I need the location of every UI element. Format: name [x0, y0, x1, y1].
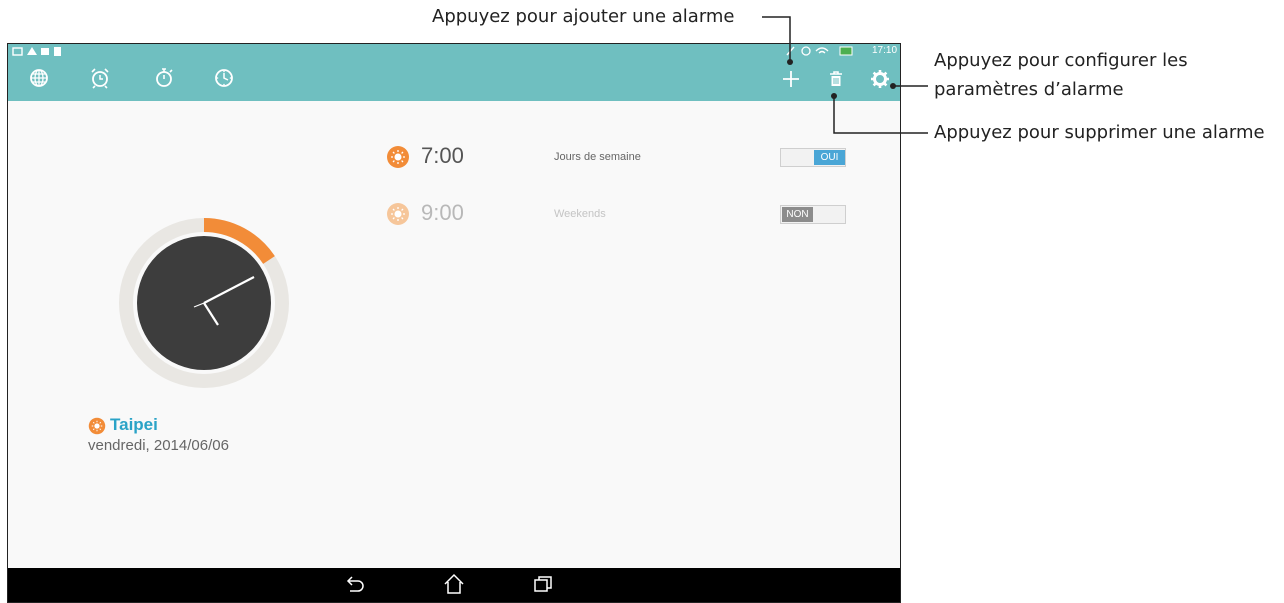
callout-lines: [762, 16, 928, 134]
